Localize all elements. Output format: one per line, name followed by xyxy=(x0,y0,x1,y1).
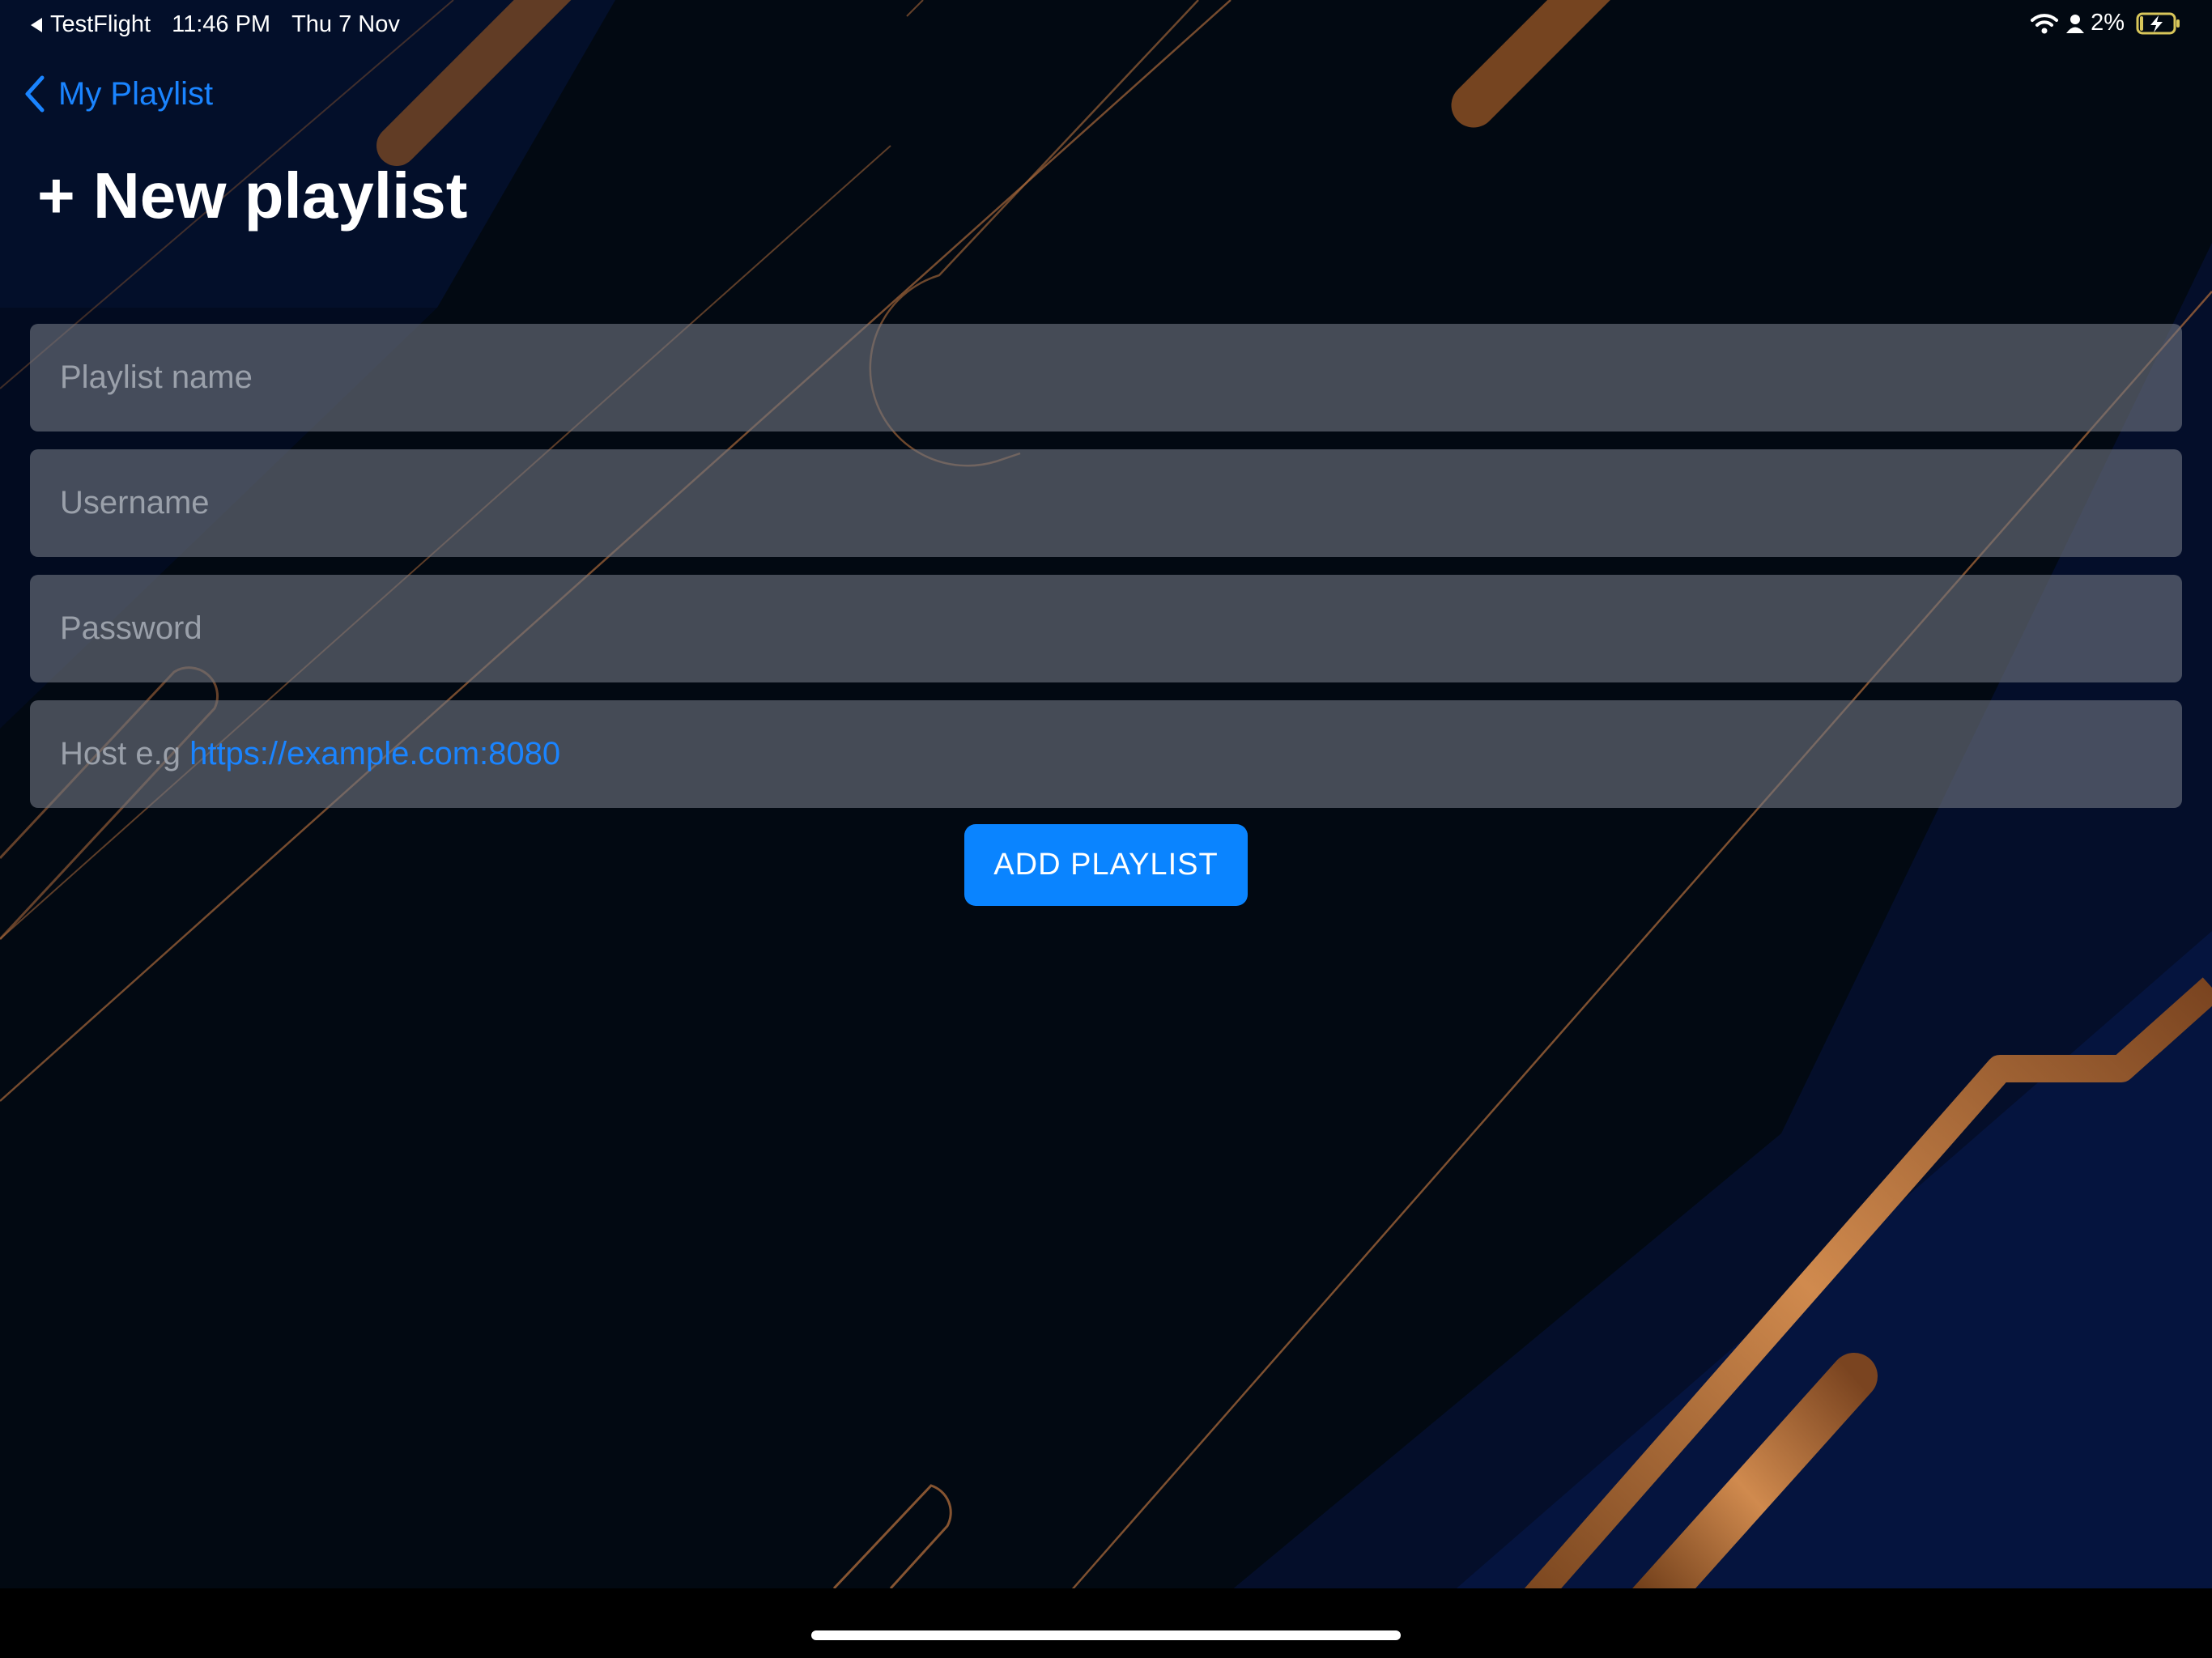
back-button-label: My Playlist xyxy=(58,75,214,112)
password-input[interactable] xyxy=(30,575,2182,682)
bottom-safe-area xyxy=(0,1588,2212,1658)
wifi-icon xyxy=(2031,13,2059,33)
page-title: + New playlist xyxy=(37,159,468,232)
back-triangle-icon[interactable] xyxy=(31,17,42,32)
person-icon xyxy=(2066,14,2085,33)
status-bar: TestFlight 11:46 PM Thu 7 Nov 2% xyxy=(0,0,2212,49)
status-back-app[interactable]: TestFlight xyxy=(50,11,151,38)
battery-percent: 2% xyxy=(2091,10,2125,36)
back-button[interactable]: My Playlist xyxy=(24,74,213,113)
status-date: Thu 7 Nov xyxy=(291,11,400,37)
password-field-container xyxy=(30,575,2182,682)
new-playlist-form: Host e.g https://example.com:8080 xyxy=(30,324,2182,826)
host-input[interactable] xyxy=(30,700,2182,808)
username-input[interactable] xyxy=(30,449,2182,557)
battery-charging-icon xyxy=(2136,12,2180,34)
username-field-container xyxy=(30,449,2182,557)
status-right: 2% xyxy=(2031,10,2181,36)
playlist-name-input[interactable] xyxy=(30,324,2182,432)
playlist-name-field-container xyxy=(30,324,2182,432)
home-indicator[interactable] xyxy=(811,1630,1401,1640)
screen: TestFlight 11:46 PM Thu 7 Nov 2% My Play… xyxy=(0,0,2212,1658)
host-field-container: Host e.g https://example.com:8080 xyxy=(30,700,2182,808)
add-playlist-button[interactable]: ADD PLAYLIST xyxy=(964,824,1248,906)
status-left: TestFlight 11:46 PM Thu 7 Nov xyxy=(31,11,400,38)
chevron-left-icon xyxy=(25,75,45,113)
status-time: 11:46 PM xyxy=(172,11,271,37)
